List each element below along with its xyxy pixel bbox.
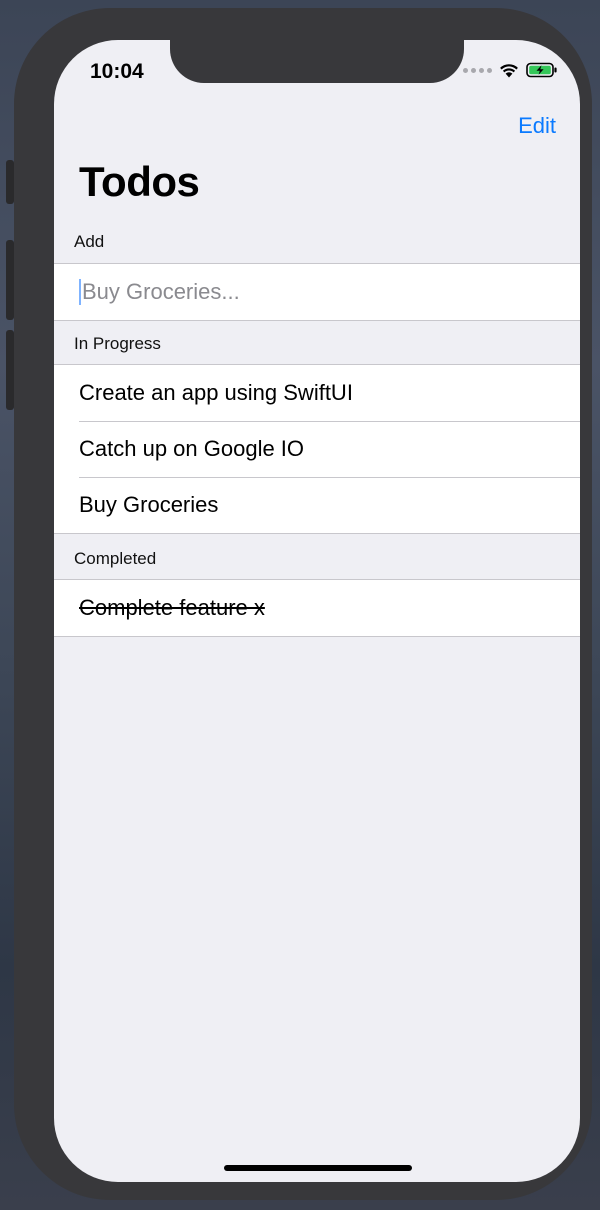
signal-icon: [463, 67, 492, 73]
edit-button[interactable]: Edit: [518, 113, 556, 139]
add-row: [54, 264, 580, 320]
section-header-in-progress: In Progress: [74, 334, 161, 353]
list-item-label: Create an app using SwiftUI: [79, 380, 353, 405]
section-header-completed: Completed: [74, 549, 157, 568]
completed-list: Complete feature x: [54, 579, 580, 637]
battery-charging-icon: [526, 62, 557, 78]
side-button: [6, 160, 14, 204]
list-item-label: Catch up on Google IO: [79, 436, 305, 461]
wifi-icon: [500, 64, 518, 78]
status-time: 10:04: [90, 60, 144, 83]
volume-down-button: [6, 330, 14, 410]
page-title: Todos: [79, 158, 200, 205]
volume-up-button: [6, 240, 14, 320]
list-item[interactable]: Create an app using SwiftUI: [54, 365, 580, 421]
add-todo-input[interactable]: [79, 279, 542, 305]
add-group: [54, 263, 580, 321]
status-icons: [463, 62, 558, 78]
section-header-add: Add: [74, 232, 105, 251]
list-item[interactable]: Buy Groceries: [54, 477, 580, 533]
device-frame: 10:04 Edit Todos Add Buy Groceries... In…: [6, 8, 592, 1200]
list-item-label: Complete feature x: [79, 595, 265, 620]
home-indicator[interactable]: [224, 1165, 412, 1171]
list-item-completed[interactable]: Complete feature x: [54, 580, 580, 636]
list-item-label: Buy Groceries: [79, 492, 219, 517]
notch: [170, 40, 464, 83]
screen: 10:04 Edit Todos Add Buy Groceries... In…: [54, 40, 580, 1182]
in-progress-list: Create an app using SwiftUI Catch up on …: [54, 364, 580, 534]
list-item[interactable]: Catch up on Google IO: [54, 421, 580, 477]
